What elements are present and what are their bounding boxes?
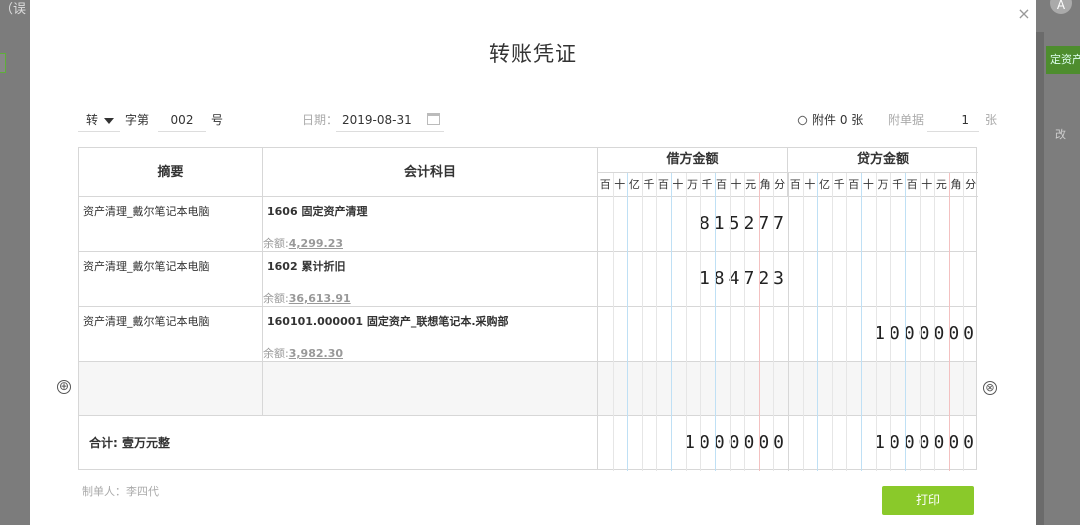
row-summary[interactable]: 资产清理_戴尔笔记本电脑 — [79, 252, 263, 306]
account-balance: 余额:36,613.91 — [263, 292, 351, 305]
attach-doc-label: 附单据 — [888, 113, 925, 127]
backdrop-left-text: （误 — [0, 2, 27, 17]
backdrop-left: （误 — [0, 0, 30, 525]
voucher-type-select[interactable]: 转 — [78, 108, 120, 132]
row-credit-amount[interactable]: 1000000 — [788, 307, 978, 361]
attachment-link[interactable]: 附件 0 张 — [796, 108, 864, 132]
row-account[interactable] — [263, 362, 598, 415]
hao-label: 号 — [211, 113, 224, 127]
voucher-number-input[interactable]: 002 — [158, 108, 206, 132]
debit-units: 百十亿千百十万千百十元角分 — [598, 173, 788, 197]
delete-row-icon[interactable]: ⊗ — [983, 381, 997, 395]
zi-label: 字第 — [125, 113, 150, 127]
table-row[interactable]: 资产清理_戴尔笔记本电脑 1606 固定资产清理 余额:4,299.23 815… — [79, 197, 976, 252]
total-span: 合计: 壹万元整 — [79, 416, 598, 470]
attach-doc-count-input[interactable]: 1 — [927, 108, 979, 132]
header-credit: 贷方金额 — [788, 148, 978, 173]
row-debit-amount[interactable]: 815277 — [598, 197, 788, 251]
total-row: 合计: 壹万元整 1000000 1000000 — [79, 416, 976, 470]
account-name: 1606 固定资产清理 — [267, 205, 368, 218]
header-summary: 摘要 — [79, 148, 263, 197]
account-balance: 余额:3,982.30 — [263, 347, 343, 360]
chevron-down-icon — [104, 117, 115, 124]
backdrop-fixed-asset-button: 定资产 — [1046, 46, 1080, 74]
voucher-table: 摘要 会计科目 借方金额 贷方金额 百十亿千百十万千百十元角分 百十亿千百十万千… — [78, 147, 978, 471]
row-account[interactable]: 1606 固定资产清理 余额:4,299.23 — [263, 197, 598, 251]
row-debit-amount[interactable]: 184723 — [598, 252, 788, 306]
total-debit: 1000000 — [684, 432, 788, 453]
backdrop-left-button — [0, 53, 6, 73]
account-name: 1602 累计折旧 — [267, 260, 346, 273]
zhang-label: 张 — [985, 113, 998, 127]
header-account: 会计科目 — [263, 148, 598, 197]
voucher-dialog: × 转账凭证 转 字第 002 号 日期： 2019-08-31 附件 0 张 … — [30, 0, 1036, 525]
date-value: 2019-08-31 — [342, 113, 412, 127]
maker-label: 制单人：李四代 — [82, 485, 159, 498]
date-input[interactable]: 2019-08-31 — [336, 108, 444, 132]
voucher-type-value: 转 — [86, 113, 99, 127]
row-credit-amount[interactable] — [788, 252, 978, 306]
row-credit-amount[interactable] — [788, 197, 978, 251]
backdrop-right-text: 改 — [1055, 128, 1066, 141]
row-account[interactable]: 160101.000001 固定资产_联想笔记本.采购部 余额:3,982.30 — [263, 307, 598, 361]
paperclip-icon — [796, 114, 809, 127]
row-account[interactable]: 1602 累计折旧 余额:36,613.91 — [263, 252, 598, 306]
credit-units: 百十亿千百十万千百十元角分 — [788, 173, 978, 197]
print-button[interactable]: 打印 — [882, 486, 974, 515]
add-row-icon[interactable]: ⊕ — [57, 380, 71, 394]
date-label: 日期： — [302, 113, 339, 127]
avatar[interactable]: A — [1050, 0, 1072, 14]
account-balance: 余额:4,299.23 — [263, 237, 343, 250]
account-name: 160101.000001 固定资产_联想笔记本.采购部 — [267, 315, 509, 328]
attachment-link-label: 附件 0 张 — [812, 113, 864, 127]
calendar-icon[interactable] — [427, 113, 440, 125]
dialog-title: 转账凭证 — [489, 42, 577, 66]
header-debit: 借方金额 — [598, 148, 788, 173]
total-credit: 1000000 — [874, 432, 978, 453]
close-icon[interactable]: × — [1014, 4, 1034, 24]
total-label: 合计: 壹万元整 — [89, 436, 170, 450]
table-row[interactable]: 资产清理_戴尔笔记本电脑 160101.000001 固定资产_联想笔记本.采购… — [79, 307, 976, 362]
row-summary[interactable]: 资产清理_戴尔笔记本电脑 — [79, 197, 263, 251]
modal-scrollbar[interactable] — [1036, 32, 1044, 525]
row-debit-amount[interactable] — [598, 307, 788, 361]
row-summary[interactable]: 资产清理_戴尔笔记本电脑 — [79, 307, 263, 361]
empty-row[interactable] — [79, 362, 976, 416]
table-row[interactable]: 资产清理_戴尔笔记本电脑 1602 累计折旧 余额:36,613.91 1847… — [79, 252, 976, 307]
row-summary[interactable] — [79, 362, 263, 415]
